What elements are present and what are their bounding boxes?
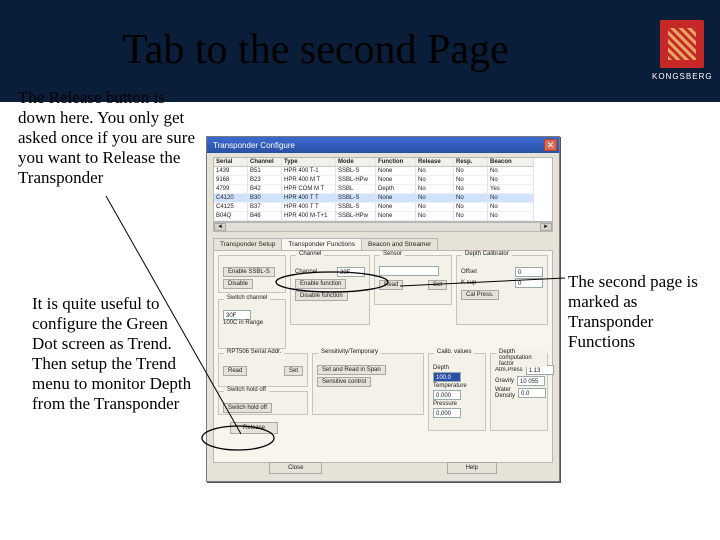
sensor-read-button[interactable]: Read [379, 280, 403, 290]
tab-setup[interactable]: Transponder Setup [213, 238, 282, 250]
brand-logo: KONGSBERG [652, 20, 712, 81]
dialog-title: Transponder Configure [213, 141, 295, 150]
offset-input[interactable]: 0 [515, 267, 543, 277]
release-area: Release [230, 421, 278, 435]
th: Channel [248, 158, 282, 167]
crest-icon [660, 20, 704, 68]
switch-hold-button[interactable]: Switch hold off [223, 403, 272, 413]
disable-button[interactable]: Disable [223, 279, 253, 289]
note-green-dot: It is quite useful to configure the Gree… [32, 294, 192, 414]
gravity-input[interactable]: 10 055 [517, 376, 545, 386]
help-button[interactable]: Help [447, 462, 497, 474]
scroll-right-icon[interactable]: ► [540, 223, 552, 231]
th: Resp. [454, 158, 488, 167]
dialog-footer: Close Help [207, 461, 559, 475]
k-input[interactable]: 0 [515, 278, 543, 288]
water-density-input[interactable]: 0.0 [518, 388, 546, 398]
temp-value[interactable]: 0.000 [433, 390, 461, 400]
group-enable: Enable SSBL-S Disable [218, 255, 286, 293]
rpt-read-button[interactable]: Read [223, 366, 247, 376]
depth-value[interactable]: 100.0 [433, 372, 461, 382]
close-button[interactable]: Close [269, 462, 322, 474]
group-switch-channel: Switch channel 30F 100C in Range [218, 299, 286, 349]
transponder-table[interactable]: Serial Channel Type Mode Function Releas… [213, 157, 553, 222]
tab-panel-functions: Enable SSBL-S Disable Channel Channel30F… [213, 251, 553, 463]
note-second-page: The second page is marked as Transponder… [568, 272, 712, 352]
channel-input[interactable]: 30F [337, 267, 365, 277]
group-depth-calibrator: Depth Calibrator Offset0 K sup0 Cal Pres… [456, 255, 548, 325]
th: Type [282, 158, 336, 167]
th: Serial [214, 158, 248, 167]
titlebar[interactable]: Transponder Configure ✕ [207, 137, 559, 153]
th: Beacon [488, 158, 534, 167]
enable-button[interactable]: Enable SSBL-S [223, 267, 275, 277]
pressure-value[interactable]: 0.000 [433, 408, 461, 418]
close-icon[interactable]: ✕ [544, 139, 557, 151]
group-depth-comp: Depth computation factor Atm.Press1.13 G… [490, 353, 548, 431]
grid-hscroll[interactable]: ◄ ► [213, 222, 553, 232]
th: Function [376, 158, 416, 167]
transponder-dialog: Transponder Configure ✕ Serial Channel T… [206, 136, 560, 482]
tab-functions[interactable]: Transponder Functions [281, 238, 362, 250]
group-calib-values: Calib. values Depth 100.0 Temperature 0.… [428, 353, 486, 431]
group-sensitivity: Sensitivity/Temporary Set and Read in Sp… [312, 353, 424, 415]
release-button[interactable]: Release [230, 422, 278, 434]
tab-strip: Transponder Setup Transponder Functions … [213, 238, 553, 251]
disable-function-button[interactable]: Disable function [295, 291, 348, 301]
brand-name: KONGSBERG [652, 72, 712, 81]
th: Release [416, 158, 454, 167]
rpt-set-button[interactable]: Set [284, 366, 303, 376]
note-release: The Release button is down here. You onl… [18, 88, 204, 188]
switch-channel-input[interactable]: 30F [223, 310, 251, 320]
group-switch-hold: Switch hold off Switch hold off [218, 391, 308, 415]
set-read-span-button[interactable]: Set and Read in Span [317, 365, 386, 375]
scroll-left-icon[interactable]: ◄ [214, 223, 226, 231]
td[interactable]: 1439 [214, 167, 248, 176]
group-rpt: RPT506 Serial Addr. ReadSet [218, 353, 308, 387]
tab-beacon[interactable]: Beacon and Streamer [361, 238, 438, 250]
group-channel: Channel Channel30F Enable function Disab… [290, 255, 370, 325]
slide-title: Tab to the second Page [122, 26, 509, 74]
enable-function-button[interactable]: Enable function [295, 279, 346, 289]
sensor-select[interactable] [379, 266, 439, 276]
sensor-set-button[interactable]: Set [428, 280, 447, 290]
cal-press-button[interactable]: Cal Press. [461, 290, 499, 300]
sensitive-control-button[interactable]: Sensitive control [317, 377, 371, 387]
group-sensor: Sensor ReadSet [374, 255, 452, 305]
th: Mode [336, 158, 376, 167]
